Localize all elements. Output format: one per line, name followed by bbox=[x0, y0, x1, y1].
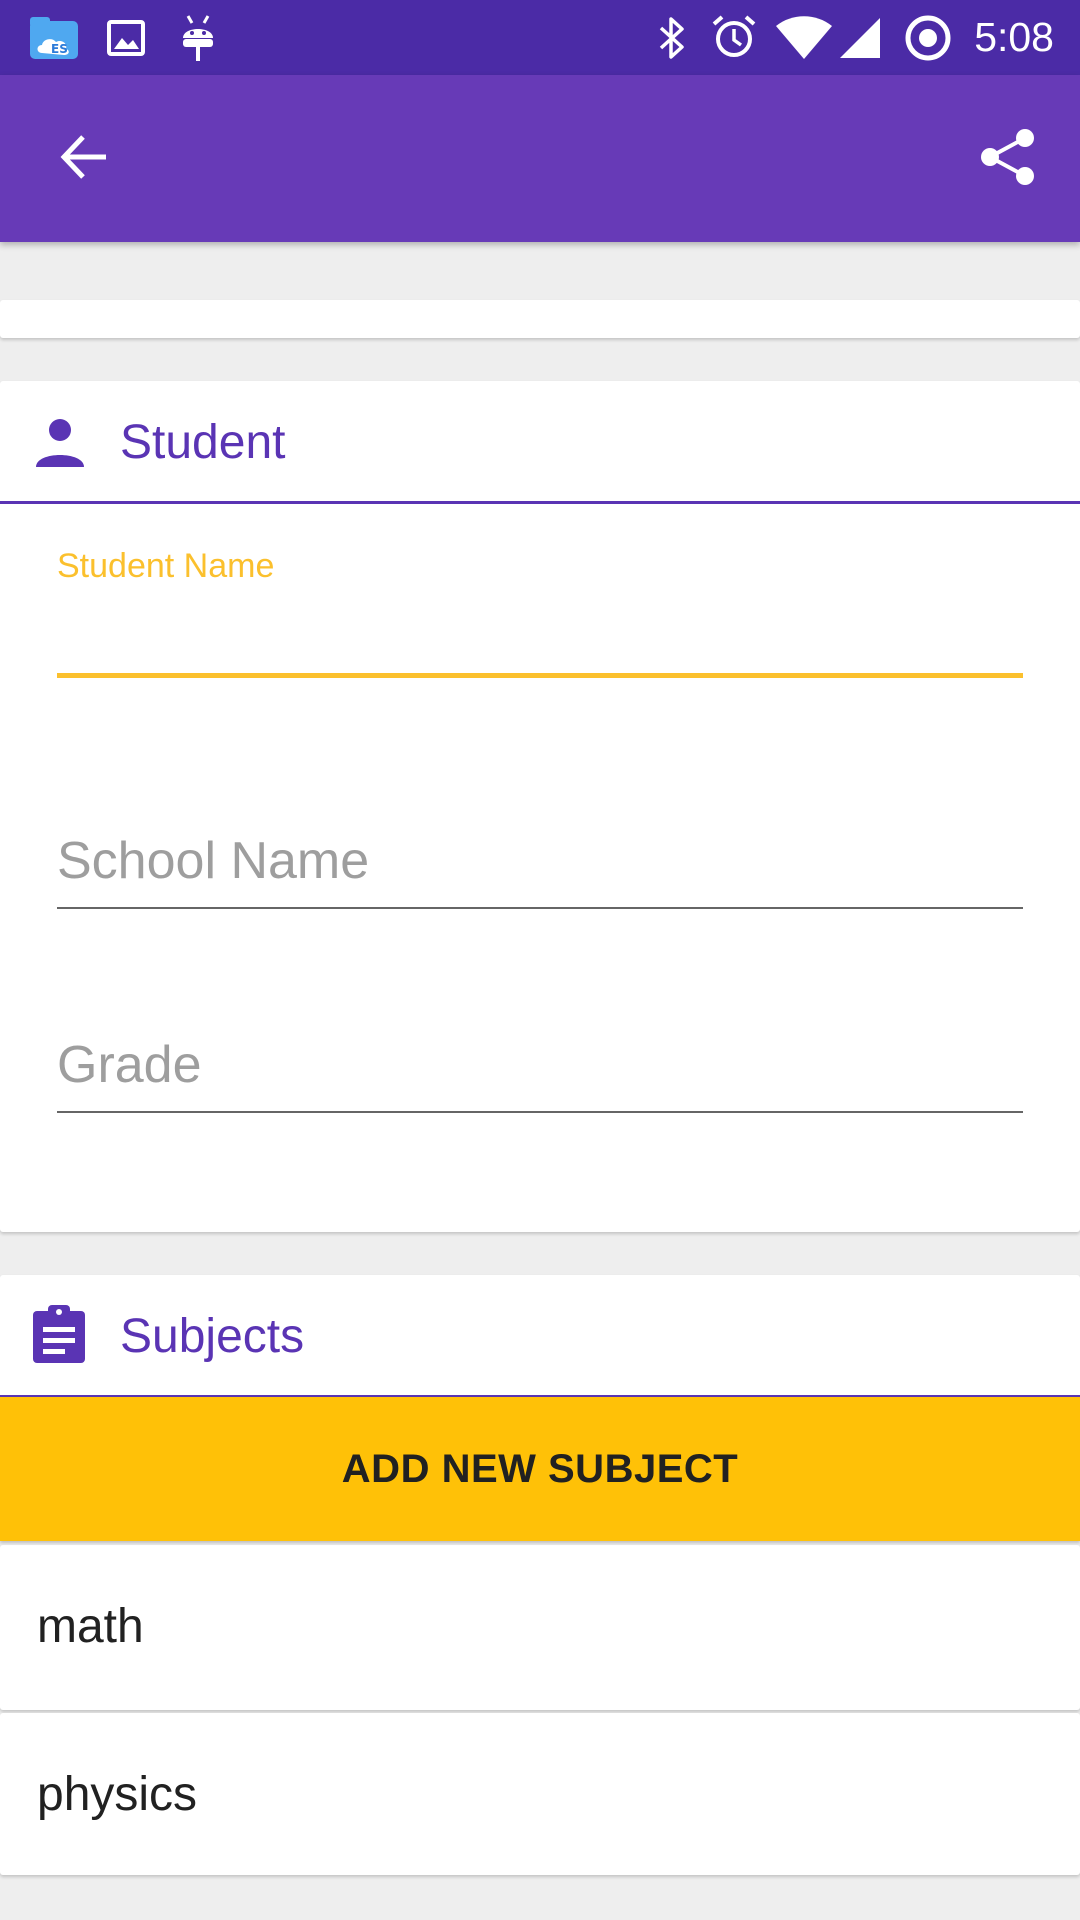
gallery-icon bbox=[107, 20, 145, 56]
back-button[interactable] bbox=[42, 117, 126, 201]
school-name-underline bbox=[57, 907, 1023, 909]
status-time: 5:08 bbox=[974, 14, 1054, 60]
grade-underline bbox=[57, 1111, 1023, 1113]
share-icon bbox=[978, 127, 1038, 192]
file-manager-icon: ES bbox=[28, 15, 80, 61]
school-name-field bbox=[57, 811, 1023, 911]
previous-card bbox=[0, 300, 1080, 338]
svg-text:ES: ES bbox=[51, 42, 68, 56]
wifi-icon bbox=[774, 16, 834, 60]
student-name-field: Student Name bbox=[57, 546, 1023, 681]
subjects-card: Subjects bbox=[0, 1275, 1080, 1398]
list-item[interactable]: math bbox=[0, 1545, 1080, 1710]
sync-icon bbox=[904, 14, 952, 62]
assignment-icon bbox=[30, 1303, 86, 1363]
status-bar: ES 5:08 bbox=[0, 0, 1080, 75]
person-icon bbox=[32, 413, 88, 469]
subjects-card-title: Subjects bbox=[120, 1310, 305, 1363]
subject-item-label: physics bbox=[37, 1768, 198, 1821]
student-card-header: Student bbox=[0, 381, 1080, 504]
student-name-underline bbox=[57, 673, 1023, 678]
subjects-card-header: Subjects bbox=[0, 1275, 1080, 1398]
android-debug-icon bbox=[181, 14, 215, 62]
grade-input[interactable] bbox=[57, 1033, 1023, 1097]
student-card-title: Student bbox=[120, 416, 286, 469]
subject-item-label: math bbox=[37, 1600, 144, 1653]
grade-field bbox=[57, 1015, 1023, 1115]
app-bar bbox=[0, 75, 1080, 242]
cellular-signal-icon bbox=[838, 16, 882, 60]
school-name-input[interactable] bbox=[57, 829, 1023, 893]
student-card: Student Student Name bbox=[0, 381, 1080, 1232]
share-button[interactable] bbox=[966, 117, 1050, 201]
student-name-label: Student Name bbox=[57, 547, 275, 585]
list-item[interactable]: physics bbox=[0, 1713, 1080, 1875]
bluetooth-icon bbox=[657, 15, 687, 61]
alarm-icon bbox=[711, 14, 757, 60]
add-new-subject-button[interactable]: ADD NEW SUBJECT bbox=[0, 1397, 1080, 1541]
student-name-input[interactable] bbox=[57, 606, 1023, 666]
arrow-back-icon bbox=[59, 132, 109, 187]
